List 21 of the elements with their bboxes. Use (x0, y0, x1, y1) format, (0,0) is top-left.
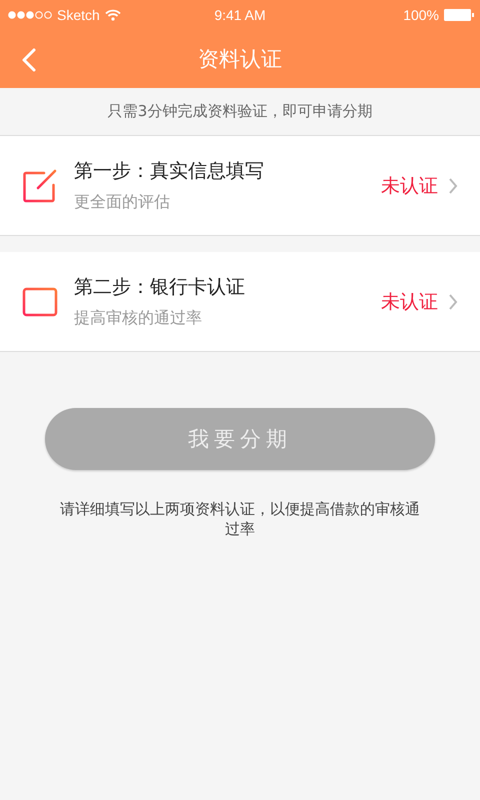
step-subtitle: 提高审核的通过率 (74, 308, 203, 329)
signal-icon (8, 11, 52, 19)
verification-status: 未认证 (381, 290, 438, 314)
step-title: 第一步：真实信息填写 (74, 159, 265, 184)
status-time: 9:41 AM (214, 7, 266, 23)
chevron-icon (448, 176, 458, 194)
battery-percent: 100% (403, 7, 439, 23)
back-button[interactable] (20, 46, 38, 74)
step-row[interactable]: 第二步：银行卡认证 提高审核的通过率 未认证 (0, 252, 480, 352)
carrier-name: Sketch (57, 7, 100, 23)
footer-note: 请详细填写以上两项资料认证，以便提高借款的审核通过率 (60, 500, 420, 539)
step-subtitle: 更全面的评估 (74, 192, 171, 213)
edit-icon (22, 168, 58, 204)
wifi-icon (104, 9, 121, 21)
window-title: 资料认证 (198, 46, 282, 73)
back-icon (22, 48, 36, 72)
step-title: 第二步：银行卡认证 (74, 275, 246, 300)
battery-icon (444, 9, 474, 21)
step-row[interactable]: 第一步：真实信息填写 更全面的评估 未认证 (0, 136, 480, 236)
verification-status: 未认证 (381, 174, 438, 198)
chevron-icon (448, 292, 458, 310)
